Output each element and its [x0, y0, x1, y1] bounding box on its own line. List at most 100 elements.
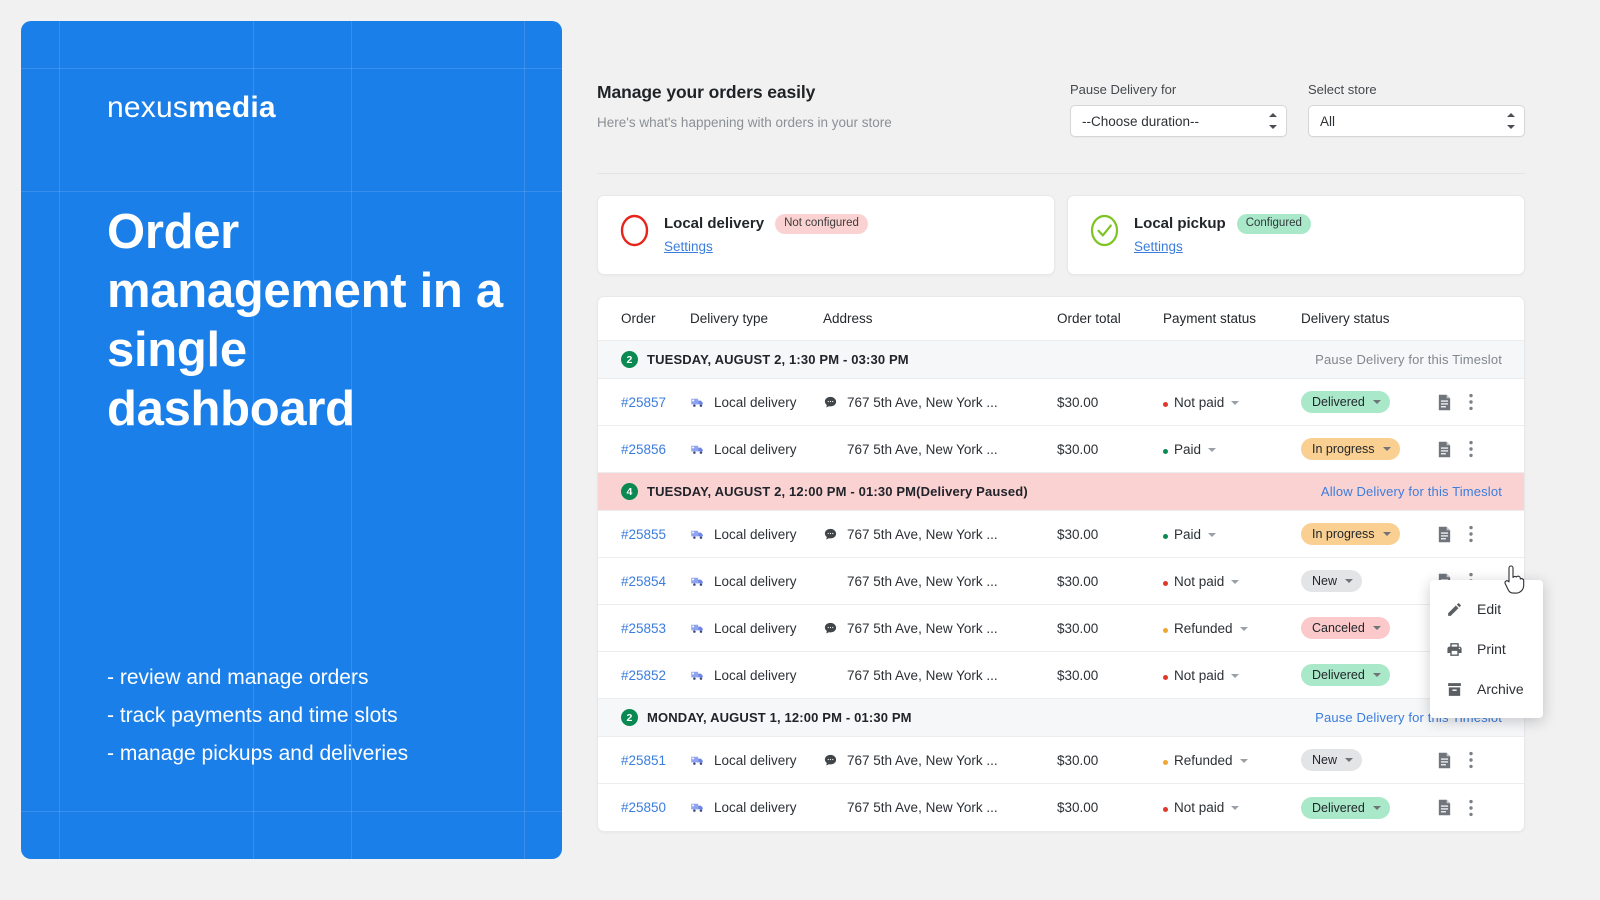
- order-total: $30.00: [1057, 441, 1099, 457]
- order-document-icon[interactable]: [1437, 394, 1469, 411]
- order-id-link[interactable]: #25851: [621, 753, 666, 768]
- delivery-status-dropdown[interactable]: Delivered: [1301, 664, 1390, 686]
- payment-status-dot: [1163, 533, 1168, 539]
- payment-status-dropdown[interactable]: Refunded: [1163, 621, 1248, 636]
- brand-logo: nexusmedia: [107, 91, 562, 125]
- select-store-value: All: [1320, 113, 1336, 129]
- context-menu-item-print[interactable]: Print: [1430, 629, 1543, 669]
- select-store-label: Select store: [1308, 82, 1377, 97]
- payment-status-dot: [1163, 580, 1168, 586]
- table-row: #25850 Local delivery 767 5th Ave, New Yor…: [598, 784, 1524, 831]
- delivery-status-dropdown[interactable]: New: [1301, 749, 1363, 771]
- delivery-status-dropdown[interactable]: Canceled: [1301, 617, 1390, 639]
- address-label: 767 5th Ave, New York ...: [847, 620, 998, 636]
- chevron-down-icon: [1239, 626, 1248, 631]
- circle-outline-red-icon: [620, 213, 664, 274]
- chevron-down-icon: [1208, 532, 1217, 537]
- delivery-status-label: New: [1312, 753, 1338, 767]
- delivery-status-dropdown[interactable]: New: [1301, 570, 1363, 592]
- order-id-link[interactable]: #25857: [621, 395, 666, 410]
- local-delivery-status-badge: Not configured: [775, 214, 868, 234]
- local-delivery-card: Local delivery Not configured Settings: [597, 195, 1055, 275]
- payment-status-dropdown[interactable]: Paid: [1163, 527, 1217, 542]
- context-menu-item-archive[interactable]: Archive: [1430, 669, 1543, 709]
- local-pickup-settings-link[interactable]: Settings: [1134, 239, 1183, 254]
- order-total: $30.00: [1057, 752, 1099, 768]
- payment-status-dot: [1163, 759, 1168, 765]
- payment-status-label: Paid: [1174, 441, 1202, 457]
- page-title: Manage your orders easily: [597, 82, 816, 102]
- order-id-link[interactable]: #25852: [621, 668, 666, 683]
- payment-status-dot: [1163, 807, 1168, 812]
- context-menu-label: Archive: [1477, 681, 1524, 697]
- col-delivery-type: Delivery type: [690, 311, 769, 326]
- payment-status-dropdown[interactable]: Not paid: [1163, 395, 1240, 410]
- payment-status-label: Refunded: [1174, 752, 1233, 768]
- order-id-link[interactable]: #25850: [621, 800, 666, 815]
- chevron-down-icon: [1382, 447, 1391, 451]
- hero-bullet: - manage pickups and deliveries: [107, 742, 409, 765]
- timeslot-group-header: 4 TUESDAY, AUGUST 2, 12:00 PM - 01:30 PM(…: [598, 473, 1524, 511]
- truck-icon: [690, 574, 705, 589]
- payment-status-label: Not paid: [1174, 573, 1225, 589]
- order-document-icon[interactable]: [1437, 752, 1469, 769]
- order-document-icon[interactable]: [1437, 526, 1469, 543]
- local-delivery-settings-link[interactable]: Settings: [664, 239, 713, 254]
- brand-logo-bold: media: [188, 91, 276, 124]
- order-id-link[interactable]: #25855: [621, 527, 666, 542]
- timeslot-action-link[interactable]: Pause Delivery for this Timeslot: [1315, 352, 1502, 367]
- delivery-status-label: Delivered: [1312, 668, 1365, 682]
- timeslot-group-header: 2 TUESDAY, AUGUST 2, 1:30 PM - 03:30 PM Pa…: [598, 341, 1524, 379]
- chevron-down-icon: [1372, 400, 1381, 404]
- order-id-link[interactable]: #25854: [621, 574, 666, 589]
- col-address: Address: [823, 311, 873, 326]
- truck-icon: [690, 668, 705, 683]
- truck-icon: [690, 621, 705, 636]
- context-menu-item-edit[interactable]: Edit: [1430, 589, 1543, 629]
- chevron-down-icon: [1382, 532, 1391, 536]
- payment-status-dot: [1163, 627, 1168, 633]
- order-note-icon[interactable]: [823, 753, 838, 768]
- truck-icon: [690, 442, 705, 457]
- payment-status-dropdown[interactable]: Not paid: [1163, 800, 1240, 815]
- payment-status-label: Not paid: [1174, 800, 1225, 815]
- row-actions-kebab-button[interactable]: [1469, 440, 1503, 458]
- order-document-icon[interactable]: [1437, 799, 1469, 816]
- order-id-link[interactable]: #25853: [621, 621, 666, 636]
- timeslot-order-count: 4: [621, 483, 638, 500]
- row-actions-kebab-button[interactable]: [1469, 751, 1503, 769]
- address-label: 767 5th Ave, New York ...: [847, 441, 998, 457]
- delivery-status-dropdown[interactable]: In progress: [1301, 523, 1400, 545]
- order-note-icon[interactable]: [823, 527, 838, 542]
- payment-status-dropdown[interactable]: Paid: [1163, 441, 1217, 457]
- timeslot-action-link[interactable]: Allow Delivery for this Timeslot: [1321, 484, 1502, 499]
- order-note-icon[interactable]: [823, 395, 838, 410]
- chevron-down-icon: [1231, 400, 1240, 405]
- pause-delivery-field: Pause Delivery for --Choose duration--: [1070, 82, 1287, 137]
- delivery-status-dropdown[interactable]: Delivered: [1301, 391, 1390, 413]
- delivery-status-dropdown[interactable]: In progress: [1301, 438, 1400, 460]
- delivery-status-dropdown[interactable]: Delivered: [1301, 796, 1390, 819]
- main-panel: Manage your orders easily Here's what's …: [597, 0, 1600, 900]
- payment-status-dot: [1163, 674, 1168, 680]
- order-document-icon[interactable]: [1437, 441, 1469, 458]
- chevron-updown-icon: [1506, 113, 1515, 129]
- order-id-link[interactable]: #25856: [621, 442, 666, 457]
- order-note-icon[interactable]: [823, 621, 838, 636]
- orders-table-body: 2 TUESDAY, AUGUST 2, 1:30 PM - 03:30 PM Pa…: [598, 341, 1524, 831]
- pause-delivery-select[interactable]: --Choose duration--: [1070, 105, 1287, 137]
- select-store-select[interactable]: All: [1308, 105, 1525, 137]
- payment-status-dropdown[interactable]: Not paid: [1163, 668, 1240, 683]
- payment-status-label: Refunded: [1174, 620, 1233, 636]
- delivery-type-label: Local delivery: [714, 620, 797, 636]
- row-actions-kebab-button[interactable]: [1469, 799, 1503, 817]
- payment-status-dropdown[interactable]: Not paid: [1163, 573, 1240, 589]
- app-root: nexusmedia Order management in a single …: [0, 0, 1600, 900]
- delivery-status-label: New: [1312, 574, 1338, 588]
- page-toolbar: Manage your orders easily Here's what's …: [597, 82, 1600, 160]
- chevron-down-icon: [1208, 447, 1217, 452]
- row-context-menu: Edit Print Archive: [1430, 580, 1543, 718]
- row-actions-kebab-button[interactable]: [1469, 393, 1503, 411]
- row-actions-kebab-button[interactable]: [1469, 525, 1503, 543]
- payment-status-dropdown[interactable]: Refunded: [1163, 753, 1248, 768]
